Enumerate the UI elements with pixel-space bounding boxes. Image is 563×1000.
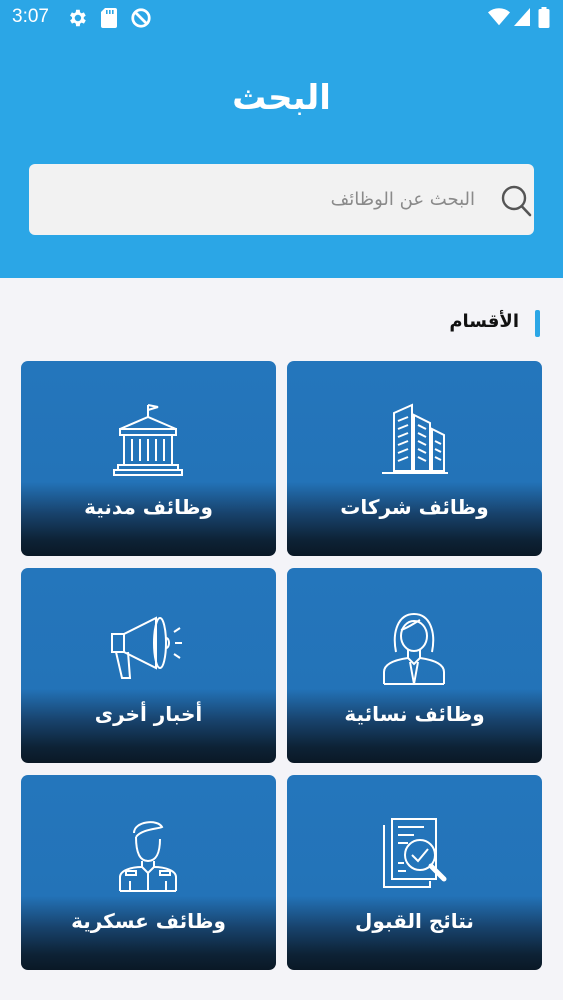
battery-icon (538, 7, 550, 28)
category-card-other-news[interactable]: أخبار أخرى (21, 568, 276, 763)
section-accent (535, 310, 540, 337)
search-icon[interactable] (499, 184, 533, 218)
category-card-military[interactable]: وظائف عسكرية (21, 775, 276, 970)
section-title: الأقسام (449, 311, 519, 332)
category-label: نتائج القبول (355, 909, 474, 933)
document-check-icon (383, 818, 447, 888)
settings-icon (70, 9, 86, 27)
soldier-icon (119, 821, 177, 892)
megaphone-icon (111, 616, 182, 679)
status-time: 3:07 (12, 6, 49, 27)
buildings-icon (382, 403, 448, 474)
woman-icon (383, 612, 445, 685)
do-not-disturb-icon (131, 8, 151, 28)
search-box[interactable] (29, 164, 534, 235)
category-card-admission-results[interactable]: نتائج القبول (287, 775, 542, 970)
government-building-icon (113, 404, 183, 476)
header: 3:07 البحث (0, 0, 563, 278)
category-card-civil[interactable]: وظائف مدنية (21, 361, 276, 556)
wifi-icon (488, 8, 510, 26)
category-label: وظائف مدنية (84, 495, 213, 519)
sd-card-icon (101, 8, 117, 28)
category-card-companies[interactable]: وظائف شركات (287, 361, 542, 556)
search-input[interactable] (45, 164, 475, 235)
page-title: البحث (232, 78, 331, 118)
category-label: وظائف عسكرية (71, 909, 226, 933)
signal-icon (514, 8, 530, 26)
category-label: أخبار أخرى (94, 702, 203, 726)
category-label: وظائف شركات (340, 495, 489, 519)
category-card-women[interactable]: وظائف نسائية (287, 568, 542, 763)
bottom-strip (0, 975, 563, 1000)
category-label: وظائف نسائية (344, 702, 485, 726)
status-bar: 3:07 (0, 0, 563, 36)
